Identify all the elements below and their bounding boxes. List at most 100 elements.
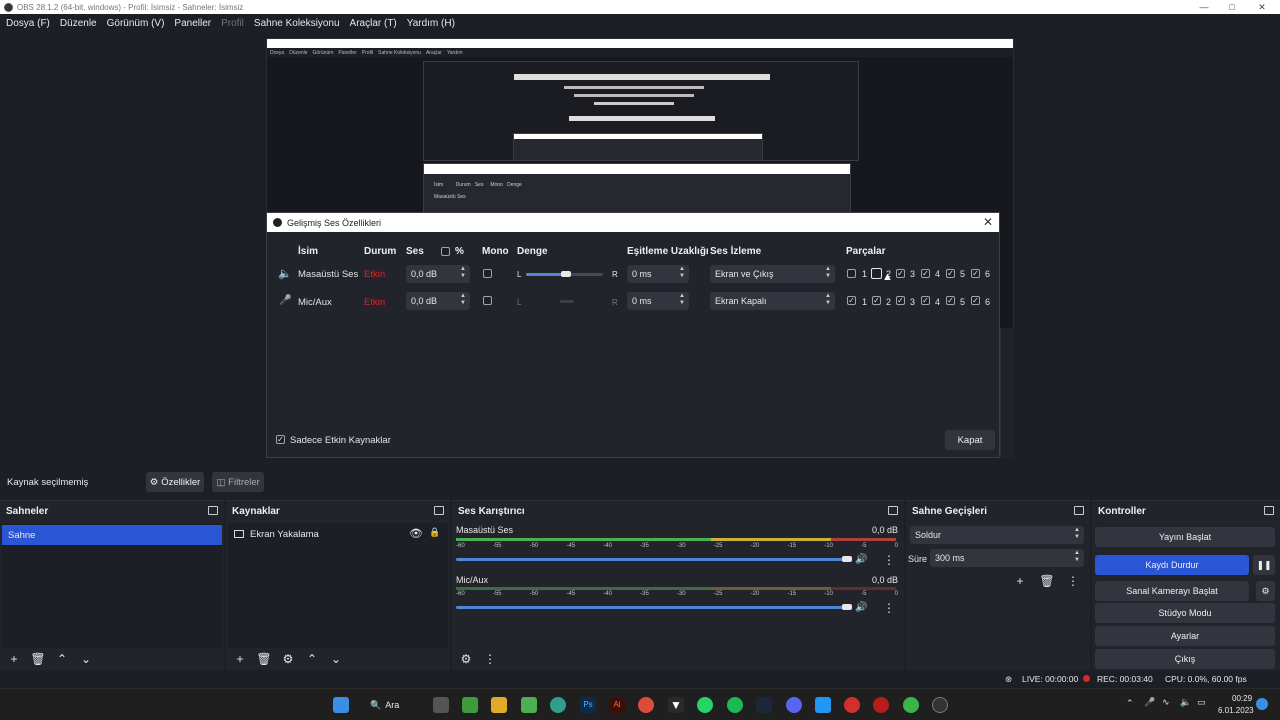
kebab-menu-icon[interactable]: ⋮ xyxy=(1065,573,1081,589)
taskbar-search[interactable]: 🔍 Ara xyxy=(370,696,414,714)
exit-button[interactable]: Çıkış xyxy=(1095,649,1275,669)
notification-icon[interactable] xyxy=(1256,698,1268,710)
scene-item[interactable]: Sahne xyxy=(2,525,222,545)
lock-icon[interactable]: 🔒 xyxy=(429,527,440,538)
chevron-down-icon[interactable]: ⌄ xyxy=(78,651,94,667)
track-6-checkbox[interactable] xyxy=(971,296,980,305)
xbox-icon[interactable] xyxy=(462,697,478,713)
upwork-icon[interactable] xyxy=(550,697,566,713)
volume-slider[interactable] xyxy=(456,558,846,561)
menu-edit[interactable]: Düzenle xyxy=(60,18,97,29)
virtual-camera-settings-button[interactable]: ⚙ xyxy=(1256,581,1275,601)
kebab-menu-icon[interactable]: ⋮ xyxy=(883,553,895,567)
stop-recording-button[interactable]: Kaydı Durdur xyxy=(1095,555,1249,575)
menu-scene-collection[interactable]: Sahne Koleksiyonu xyxy=(254,18,340,29)
volume-spinbox[interactable]: 0,0 dB ▲ ▼ xyxy=(406,292,470,310)
app-red2-icon[interactable] xyxy=(873,697,889,713)
app-red-icon[interactable] xyxy=(844,697,860,713)
clock-time[interactable]: 00:29 xyxy=(1232,694,1252,703)
discord-icon[interactable] xyxy=(786,697,802,713)
add-icon[interactable]: + xyxy=(6,651,22,667)
mono-checkbox[interactable] xyxy=(483,296,492,305)
track-4-checkbox[interactable] xyxy=(921,269,930,278)
dialog-close-icon[interactable]: ✕ xyxy=(983,215,993,229)
microphone-icon[interactable]: 🎤 xyxy=(1144,697,1155,708)
illustrator-icon[interactable]: Ai xyxy=(609,697,625,713)
track-6-checkbox[interactable] xyxy=(971,269,980,278)
undock-icon[interactable] xyxy=(434,506,444,515)
spotify-icon[interactable] xyxy=(727,697,743,713)
advanced-audio-icon[interactable]: ⚙ xyxy=(458,651,474,667)
volume-slider[interactable] xyxy=(456,606,846,609)
track-3-checkbox[interactable] xyxy=(896,269,905,278)
settings-button[interactable]: Ayarlar xyxy=(1095,626,1275,646)
mono-checkbox[interactable] xyxy=(483,269,492,278)
menu-file[interactable]: Dosya (F) xyxy=(6,18,50,29)
pause-recording-button[interactable]: ❚❚ xyxy=(1253,555,1275,575)
file-explorer-icon[interactable] xyxy=(491,697,507,713)
track-1-checkbox[interactable] xyxy=(847,269,856,278)
track-4-checkbox[interactable] xyxy=(921,296,930,305)
start-virtual-camera-button[interactable]: Sanal Kamerayı Başlat xyxy=(1095,581,1249,601)
task-view-icon[interactable] xyxy=(433,697,449,713)
steam-icon[interactable] xyxy=(756,697,772,713)
track-2-checkbox[interactable] xyxy=(872,296,881,305)
sync-offset-spinbox[interactable]: 0 ms ▲ ▼ xyxy=(627,292,689,310)
trash-icon[interactable]: 🗑 xyxy=(256,651,272,667)
clock-date[interactable]: 6.01.2023 xyxy=(1218,706,1254,715)
duration-spinbox[interactable]: 300 ms ▲ ▼ xyxy=(930,549,1084,567)
studio-mode-button[interactable]: Stüdyo Modu xyxy=(1095,603,1275,623)
whatsapp-icon[interactable] xyxy=(697,697,713,713)
undock-icon[interactable] xyxy=(1264,506,1274,515)
filters-button[interactable]: ◫ Filtreler xyxy=(212,472,264,492)
speaker-icon[interactable]: 🔊 xyxy=(855,602,867,613)
volume-handle[interactable] xyxy=(842,604,852,610)
status-active-button[interactable]: Etkin xyxy=(364,297,385,308)
track-3-checkbox[interactable] xyxy=(896,296,905,305)
only-active-checkbox[interactable] xyxy=(276,435,285,444)
menu-docks[interactable]: Paneller xyxy=(174,18,211,29)
wifi-icon[interactable]: ∿ xyxy=(1162,697,1170,708)
chevron-up-icon[interactable]: ⌃ xyxy=(304,651,320,667)
track-5-checkbox[interactable] xyxy=(946,269,955,278)
battery-icon[interactable]: ▭ xyxy=(1197,697,1206,708)
add-icon[interactable]: + xyxy=(1012,573,1028,589)
razer-icon[interactable] xyxy=(903,697,919,713)
chevron-up-icon[interactable]: ⌃ xyxy=(54,651,70,667)
volume-handle[interactable] xyxy=(842,556,852,562)
properties-button[interactable]: ⚙ Özellikler xyxy=(146,472,204,492)
minimize-button[interactable]: — xyxy=(1190,0,1218,14)
balance-handle[interactable] xyxy=(561,271,571,277)
chevron-up-icon[interactable]: ⌃ xyxy=(1126,698,1134,709)
undock-icon[interactable] xyxy=(888,506,898,515)
kebab-menu-icon[interactable]: ⋮ xyxy=(883,601,895,615)
track-1-checkbox[interactable] xyxy=(847,296,856,305)
monitoring-select[interactable]: Ekran ve Çıkış ▲ ▼ xyxy=(710,265,835,283)
trash-icon[interactable]: 🗑 xyxy=(1039,573,1055,589)
sync-offset-spinbox[interactable]: 0 ms ▲ ▼ xyxy=(627,265,689,283)
kebab-menu-icon[interactable]: ⋮ xyxy=(482,651,498,667)
trash-icon[interactable]: 🗑 xyxy=(30,651,46,667)
chrome-icon[interactable] xyxy=(638,697,654,713)
menu-help[interactable]: Yardım (H) xyxy=(407,18,455,29)
close-window-button[interactable]: ✕ xyxy=(1248,0,1276,14)
close-button[interactable]: Kapat xyxy=(945,430,995,450)
menu-tools[interactable]: Araçlar (T) xyxy=(350,18,397,29)
add-icon[interactable]: + xyxy=(232,651,248,667)
vegas-icon[interactable]: ▼ xyxy=(668,697,684,713)
undock-icon[interactable] xyxy=(208,506,218,515)
transition-select[interactable]: Soldur ▲ ▼ xyxy=(910,526,1084,544)
camtasia-icon[interactable] xyxy=(521,697,537,713)
track-2-checkbox[interactable] xyxy=(871,268,882,279)
status-active-button[interactable]: Etkin xyxy=(364,269,385,280)
maximize-button[interactable]: □ xyxy=(1218,0,1246,14)
undock-icon[interactable] xyxy=(1074,506,1084,515)
track-5-checkbox[interactable] xyxy=(946,296,955,305)
menu-profile[interactable]: Profil xyxy=(221,18,244,29)
volume-spinbox[interactable]: 0,0 dB ▲ ▼ xyxy=(406,265,470,283)
chevron-down-icon[interactable]: ⌄ xyxy=(328,651,344,667)
gear-icon[interactable]: ⚙ xyxy=(280,651,296,667)
speaker-icon[interactable]: 🔊 xyxy=(855,554,867,565)
store-icon[interactable] xyxy=(815,697,831,713)
monitoring-select[interactable]: Ekran Kapalı ▲ ▼ xyxy=(710,292,835,310)
